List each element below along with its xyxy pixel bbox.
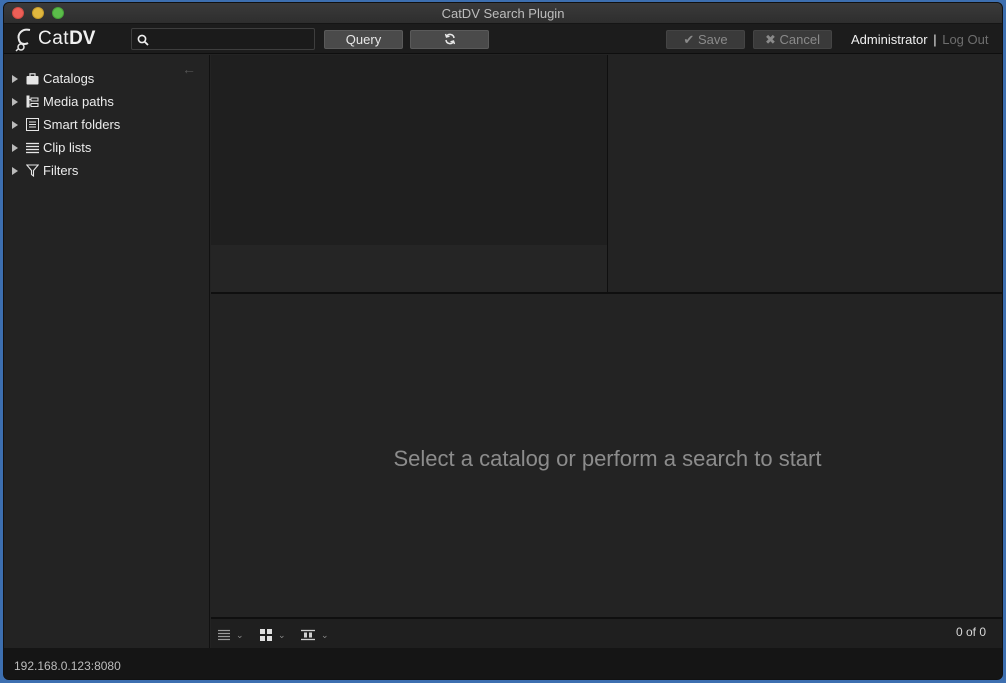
filmstrip-view-control[interactable]: ⌄ xyxy=(301,629,329,641)
x-icon: ✖ xyxy=(765,32,776,47)
chevron-down-icon[interactable]: ⌄ xyxy=(236,630,244,641)
refresh-button[interactable] xyxy=(410,30,489,49)
collapse-sidebar-arrow-icon[interactable]: ← xyxy=(182,61,196,77)
sidebar-item-label: Catalogs xyxy=(43,71,95,86)
window-controls xyxy=(12,7,64,19)
sidebar-item-label: Smart folders xyxy=(43,117,121,132)
sidebar-item-catalogs[interactable]: Catalogs xyxy=(12,67,120,90)
details-pane xyxy=(608,55,1002,293)
save-label: Save xyxy=(697,32,728,47)
logo-text-dv: DV xyxy=(69,28,96,49)
logo-text-cat: Cat xyxy=(38,28,70,49)
status-bar: 192.168.0.123:8080 xyxy=(4,648,1002,679)
expand-caret-icon[interactable] xyxy=(12,143,18,152)
sidebar: ← Catalogs Media paths Smart folders Cli… xyxy=(4,55,210,648)
cancel-button[interactable]: ✖ Cancel xyxy=(753,30,832,49)
minimize-window-button[interactable] xyxy=(32,7,44,19)
app-window: CatDV Search Plugin Cat DV Query ✔ Save … xyxy=(3,2,1003,680)
logout-link[interactable]: Log Out xyxy=(942,32,988,47)
search-box[interactable] xyxy=(131,28,315,50)
expand-caret-icon[interactable] xyxy=(12,97,18,106)
sidebar-item-label: Media paths xyxy=(43,94,114,109)
sidebar-item-filters[interactable]: Filters xyxy=(12,159,120,182)
window-title: CatDV Search Plugin xyxy=(441,5,565,21)
query-button[interactable]: Query xyxy=(324,30,403,49)
close-window-button[interactable] xyxy=(12,7,24,19)
user-separator: | xyxy=(933,32,937,47)
refresh-icon xyxy=(444,33,455,45)
empty-state-message: Select a catalog or perform a search to … xyxy=(393,446,822,471)
sidebar-item-media-paths[interactable]: Media paths xyxy=(12,90,120,113)
result-count: 0 of 0 xyxy=(955,625,986,639)
tree-hierarchy-icon xyxy=(25,95,39,109)
grid-view-icon xyxy=(260,629,272,641)
chevron-down-icon[interactable]: ⌄ xyxy=(321,630,329,641)
title-bar: CatDV Search Plugin xyxy=(4,3,1002,24)
smart-folder-icon xyxy=(25,118,39,132)
funnel-icon xyxy=(25,164,39,178)
search-input[interactable] xyxy=(154,30,310,48)
expand-caret-icon[interactable] xyxy=(12,120,18,129)
toolbar: Cat DV Query ✔ Save ✖ Cancel Administrat… xyxy=(4,24,1002,54)
server-address: 192.168.0.123:8080 xyxy=(14,659,121,673)
sidebar-item-label: Clip lists xyxy=(43,140,92,155)
preview-pane-footer xyxy=(211,245,607,292)
sidebar-item-label: Filters xyxy=(43,163,79,178)
catdv-logo: Cat DV xyxy=(14,26,95,52)
cancel-label: Cancel xyxy=(779,32,820,47)
catdv-logo-icon xyxy=(15,28,31,52)
check-icon: ✔ xyxy=(683,32,695,47)
sidebar-item-clip-lists[interactable]: Clip lists xyxy=(12,136,120,159)
save-button[interactable]: ✔ Save xyxy=(666,30,745,49)
chevron-down-icon[interactable]: ⌄ xyxy=(278,630,286,641)
expand-caret-icon[interactable] xyxy=(12,166,18,175)
maximize-window-button[interactable] xyxy=(52,7,64,19)
list-view-control[interactable]: ⌄ xyxy=(218,629,244,641)
sidebar-item-smart-folders[interactable]: Smart folders xyxy=(12,113,120,136)
sidebar-tree: Catalogs Media paths Smart folders Clip … xyxy=(12,67,120,182)
preview-pane xyxy=(211,55,607,245)
expand-caret-icon[interactable] xyxy=(12,74,18,83)
results-pane: Select a catalog or perform a search to … xyxy=(211,294,1002,617)
list-view-icon xyxy=(218,629,230,641)
results-footer: ⌄ ⌄ ⌄ 0 of 0 xyxy=(211,617,1002,648)
briefcase-icon xyxy=(25,72,39,86)
search-icon xyxy=(137,34,149,46)
filmstrip-view-icon xyxy=(301,629,315,641)
grid-view-control[interactable]: ⌄ xyxy=(260,629,286,641)
user-name: Administrator xyxy=(851,32,928,47)
list-icon xyxy=(25,141,39,155)
user-area: Administrator | Log Out xyxy=(851,32,988,47)
